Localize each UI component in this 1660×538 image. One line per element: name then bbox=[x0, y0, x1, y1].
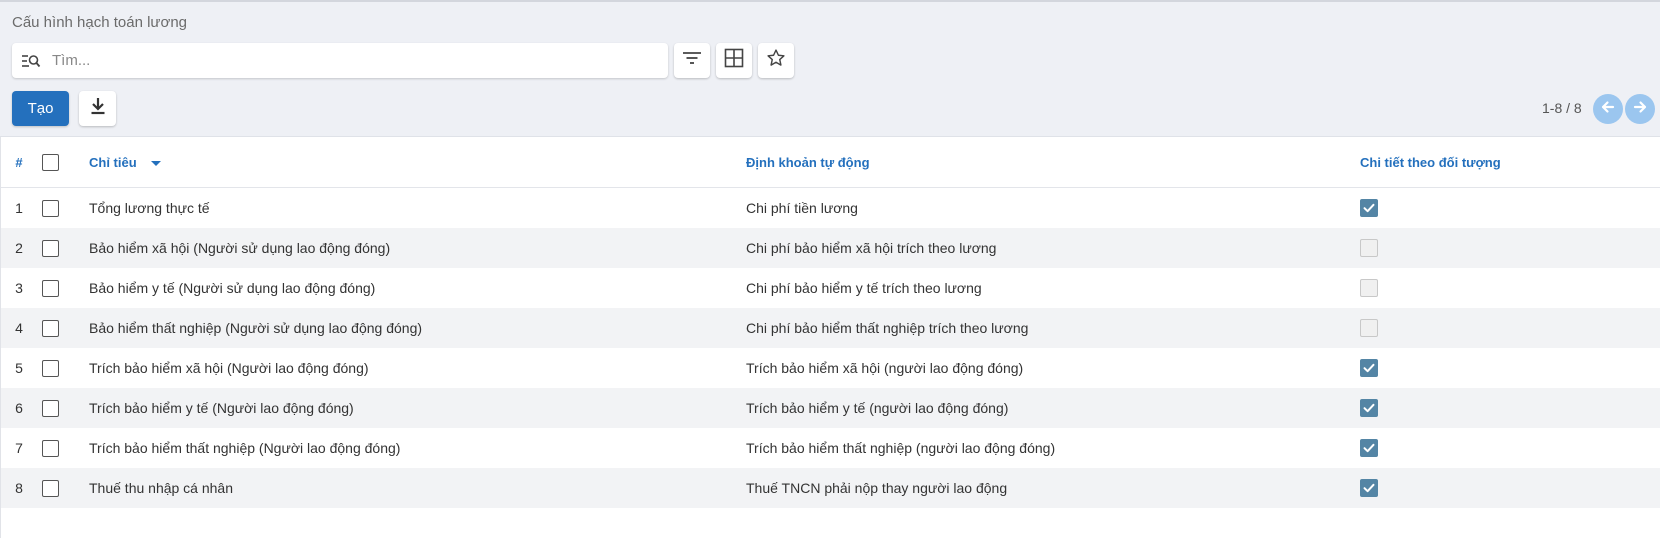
breadcrumb-title: Cấu hình hạch toán lương bbox=[12, 14, 187, 31]
row-select-cell bbox=[37, 348, 89, 388]
favorites-button[interactable] bbox=[758, 43, 794, 78]
detail-flag-checkbox bbox=[1360, 399, 1378, 417]
column-header-detail[interactable]: Chi tiết theo đối tượng bbox=[1360, 137, 1660, 188]
row-account[interactable]: Chi phí bảo hiểm y tế trích theo lương bbox=[746, 268, 1360, 308]
filter-icon bbox=[682, 51, 702, 70]
check-icon bbox=[1363, 443, 1375, 453]
search-input[interactable] bbox=[50, 51, 654, 70]
table-row[interactable]: 3 Bảo hiểm y tế (Người sử dụng lao động đ… bbox=[1, 268, 1660, 308]
row-select-cell bbox=[37, 228, 89, 268]
table-row[interactable]: 5 Trích bảo hiểm xã hội (Người lao động đ… bbox=[1, 348, 1660, 388]
row-name[interactable]: Trích bảo hiểm y tế (Người lao động đóng… bbox=[89, 388, 746, 428]
check-icon bbox=[1363, 203, 1375, 213]
control-panel: Cấu hình hạch toán lương Tìm... Tạo 1-8 … bbox=[0, 0, 1660, 137]
row-detail bbox=[1360, 268, 1660, 308]
row-name[interactable]: Trích bảo hiểm thất nghiệp (Người lao độ… bbox=[89, 428, 746, 468]
row-detail bbox=[1360, 228, 1660, 268]
column-header-select bbox=[37, 137, 89, 188]
row-number: 3 bbox=[15, 280, 23, 296]
table-row[interactable]: 6 Trích bảo hiểm y tế (Người lao động đón… bbox=[1, 388, 1660, 428]
pager-previous-button[interactable] bbox=[1593, 94, 1623, 124]
row-select-checkbox[interactable] bbox=[42, 319, 59, 337]
row-number: 5 bbox=[15, 360, 23, 376]
row-account[interactable]: Thuế TNCN phải nộp thay người lao động bbox=[746, 468, 1360, 508]
row-name[interactable]: Bảo hiểm y tế (Người sử dụng lao động đó… bbox=[89, 268, 746, 308]
filter-button[interactable] bbox=[674, 43, 710, 78]
row-detail bbox=[1360, 348, 1660, 388]
detail-flag-checkbox bbox=[1360, 239, 1378, 257]
row-name[interactable]: Tổng lương thực tế bbox=[89, 188, 746, 229]
pager-value: 1-8 / 8 bbox=[1542, 100, 1582, 116]
arrow-left-icon bbox=[1601, 100, 1615, 119]
row-name[interactable]: Bảo hiểm xã hội (Người sử dụng lao động … bbox=[89, 228, 746, 268]
row-select-cell bbox=[37, 468, 89, 508]
check-icon bbox=[1363, 483, 1375, 493]
row-select-checkbox[interactable] bbox=[42, 279, 59, 297]
row-select-checkbox[interactable] bbox=[42, 199, 59, 217]
row-detail bbox=[1360, 428, 1660, 468]
row-select-cell bbox=[37, 428, 89, 468]
arrow-right-icon bbox=[1633, 100, 1647, 119]
table-row[interactable]: 8 Thuế thu nhập cá nhân Thuế TNCN phải nộp… bbox=[1, 468, 1660, 508]
row-select-cell bbox=[37, 388, 89, 428]
detail-flag-checkbox bbox=[1360, 439, 1378, 457]
pager-next-button[interactable] bbox=[1625, 94, 1655, 124]
row-select-checkbox[interactable] bbox=[42, 239, 59, 257]
column-header-account[interactable]: Định khoản tự động bbox=[746, 137, 1360, 188]
table-row[interactable]: 1 Tổng lương thực tế Chi phí tiền lương bbox=[1, 188, 1660, 229]
list-view: # Chỉ tiêu Định khoản tự động Chi tiết t… bbox=[0, 137, 1660, 538]
row-name[interactable]: Thuế thu nhập cá nhân bbox=[89, 468, 746, 508]
search-list-icon bbox=[12, 53, 50, 69]
table-header-row: # Chỉ tiêu Định khoản tự động Chi tiết t… bbox=[1, 137, 1660, 188]
group-by-button[interactable] bbox=[716, 43, 752, 78]
row-select-cell bbox=[37, 268, 89, 308]
row-select-checkbox[interactable] bbox=[42, 479, 59, 497]
row-detail bbox=[1360, 188, 1660, 229]
search-bar[interactable] bbox=[12, 43, 668, 78]
create-button[interactable]: Tạo bbox=[12, 91, 69, 126]
detail-flag-checkbox bbox=[1360, 279, 1378, 297]
download-icon bbox=[90, 97, 106, 120]
detail-flag-checkbox bbox=[1360, 479, 1378, 497]
grid-icon bbox=[724, 48, 744, 73]
row-account[interactable]: Trích bảo hiểm thất nghiệp (người lao độ… bbox=[746, 428, 1360, 468]
table-row[interactable]: 7 Trích bảo hiểm thất nghiệp (Người lao đ… bbox=[1, 428, 1660, 468]
detail-flag-checkbox bbox=[1360, 319, 1378, 337]
row-select-checkbox[interactable] bbox=[42, 439, 59, 457]
row-account[interactable]: Chi phí tiền lương bbox=[746, 188, 1360, 229]
download-button[interactable] bbox=[79, 91, 116, 126]
row-number: 1 bbox=[15, 200, 23, 216]
row-account[interactable]: Chi phí bảo hiểm thất nghiệp trích theo … bbox=[746, 308, 1360, 348]
row-number: 2 bbox=[1, 228, 37, 268]
row-select-checkbox[interactable] bbox=[42, 359, 59, 377]
column-header-name-label: Chỉ tiêu bbox=[89, 154, 137, 170]
column-header-number: # bbox=[1, 137, 37, 188]
row-name[interactable]: Trích bảo hiểm xã hội (Người lao động đó… bbox=[89, 348, 746, 388]
records-table: # Chỉ tiêu Định khoản tự động Chi tiết t… bbox=[1, 137, 1660, 508]
detail-flag-checkbox bbox=[1360, 359, 1378, 377]
check-icon bbox=[1363, 403, 1375, 413]
row-number: 8 bbox=[1, 468, 37, 508]
row-account[interactable]: Chi phí bảo hiểm xã hội trích theo lương bbox=[746, 228, 1360, 268]
sort-caret-icon bbox=[150, 160, 161, 166]
row-select-cell bbox=[37, 188, 89, 229]
check-icon bbox=[1363, 363, 1375, 373]
row-detail bbox=[1360, 468, 1660, 508]
row-select-cell bbox=[37, 308, 89, 348]
table-row[interactable]: 4 Bảo hiểm thất nghiệp (Người sử dụng lao… bbox=[1, 308, 1660, 348]
row-select-checkbox[interactable] bbox=[42, 399, 59, 417]
column-header-name[interactable]: Chỉ tiêu bbox=[89, 137, 746, 188]
row-number: 6 bbox=[1, 388, 37, 428]
row-account[interactable]: Trích bảo hiểm xã hội (người lao động đó… bbox=[746, 348, 1360, 388]
row-detail bbox=[1360, 308, 1660, 348]
row-detail bbox=[1360, 388, 1660, 428]
row-number: 7 bbox=[15, 440, 23, 456]
table-row[interactable]: 2 Bảo hiểm xã hội (Người sử dụng lao động… bbox=[1, 228, 1660, 268]
detail-flag-checkbox bbox=[1360, 199, 1378, 217]
row-name[interactable]: Bảo hiểm thất nghiệp (Người sử dụng lao … bbox=[89, 308, 746, 348]
star-icon bbox=[766, 48, 786, 73]
select-all-checkbox[interactable] bbox=[42, 153, 59, 171]
row-number: 4 bbox=[1, 308, 37, 348]
row-account[interactable]: Trích bảo hiểm y tế (người lao động đóng… bbox=[746, 388, 1360, 428]
